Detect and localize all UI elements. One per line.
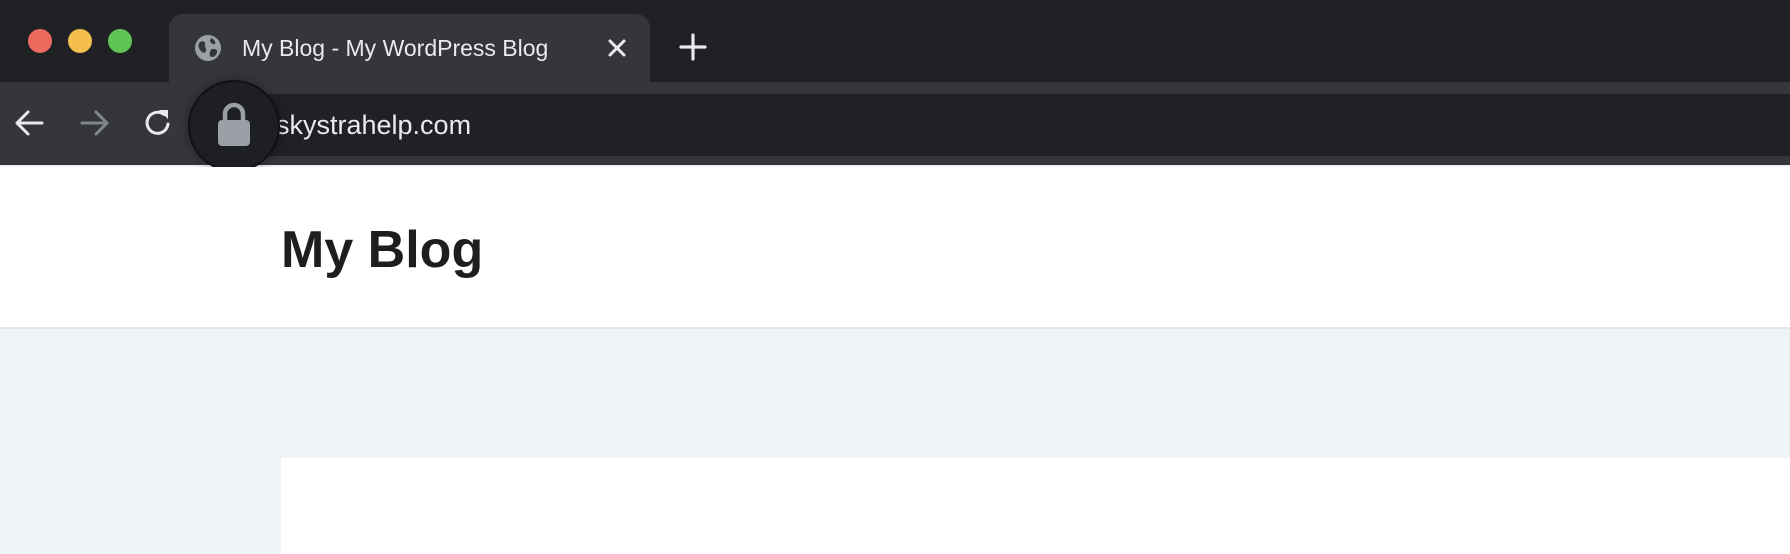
browser-tab-strip: My Blog - My WordPress Blog (0, 0, 1790, 82)
site-header: My Blog (0, 167, 1790, 329)
window-close-button[interactable] (28, 29, 52, 53)
site-info-button[interactable] (190, 82, 278, 170)
site-title-link[interactable]: My Blog (281, 220, 483, 280)
tab-title: My Blog - My WordPress Blog (242, 35, 549, 61)
plus-icon[interactable] (679, 33, 707, 61)
active-tab[interactable]: My Blog - My WordPress Blog (169, 14, 650, 82)
globe-icon (194, 34, 222, 62)
reload-icon[interactable] (142, 107, 174, 139)
lock-icon (216, 102, 252, 148)
url-text[interactable]: skystrahelp.com (276, 110, 471, 140)
arrow-right-icon[interactable] (78, 107, 110, 139)
arrow-left-icon[interactable] (14, 107, 46, 139)
close-icon[interactable] (606, 37, 628, 59)
window-minimize-button[interactable] (68, 29, 92, 53)
address-bar[interactable]: skystrahelp.com (196, 94, 1790, 156)
window-maximize-button[interactable] (108, 29, 132, 53)
content-area (281, 458, 1790, 554)
